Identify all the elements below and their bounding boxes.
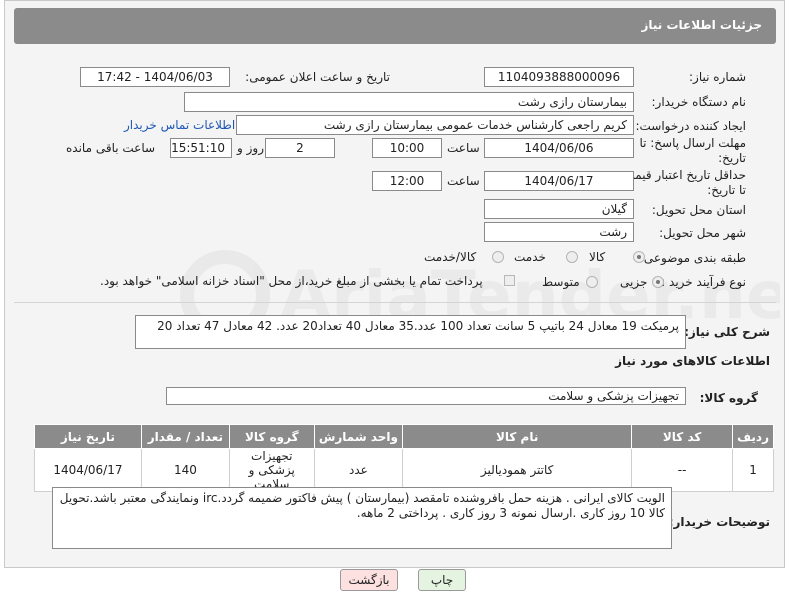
col-row: ردیف (732, 424, 774, 449)
category-option-service: خدمت (514, 250, 546, 264)
col-qty: تعداد / مقدار (140, 424, 230, 449)
summary-label: شرح کلی نیاز: (684, 325, 770, 339)
reply-time-label: ساعت (447, 141, 480, 155)
cell-row: 1 (732, 448, 774, 492)
remaining-time-field: 15:51:10 (170, 138, 232, 158)
section-divider (14, 302, 776, 303)
process-radio-minor[interactable] (652, 276, 664, 288)
price-validity-label-2: تا تاریخ: (707, 183, 746, 197)
category-radio-goods[interactable] (633, 251, 645, 263)
buyer-notes-label: توضیحات خریدار: (668, 515, 770, 529)
buyer-notes-textarea[interactable]: الویت کالای ایرانی . هزینه حمل بافروشنده… (52, 487, 672, 549)
summary-textarea[interactable]: پرمیکت 19 معادل 24 باتیپ 5 سانت تعداد 10… (135, 315, 686, 349)
creator-label: ایجاد کننده درخواست: (635, 119, 746, 133)
province-field: گیلان (484, 199, 634, 219)
cell-name: کاتتر همودیالیز (402, 448, 633, 492)
col-code: کد کالا (631, 424, 734, 449)
category-option-goods: کالا (589, 250, 606, 264)
reply-date-field: 1404/06/06 (484, 138, 634, 158)
back-button[interactable]: بازگشت (340, 569, 398, 591)
buyer-contact-link[interactable]: اطلاعات تماس خریدار (124, 118, 235, 132)
announce-label: تاریخ و ساعت اعلان عمومی: (245, 70, 390, 84)
print-button[interactable]: چاپ (418, 569, 466, 591)
buyer-org-label: نام دستگاه خریدار: (651, 95, 747, 109)
goods-table-header: ردیف کد کالا نام کالا واحد شمارش گروه کا… (34, 424, 774, 449)
cell-date: 1404/06/17 (34, 448, 142, 492)
table-row: 1 -- کاتتر همودیالیز عدد تجهیزات پزشکی و… (34, 448, 774, 492)
category-radio-service[interactable] (566, 251, 578, 263)
goods-group-label: گروه کالا: (699, 391, 758, 405)
price-validity-label: حداقل تاریخ اعتبار قیمت: (619, 168, 746, 182)
creator-field: کریم راجعی کارشناس خدمات عمومی بیمارستان… (236, 115, 634, 135)
need-number-label: شماره نیاز: (689, 70, 746, 84)
reply-time-field: 10:00 (372, 138, 442, 158)
cell-group: تجهیزات پزشکی و سلامت (228, 448, 315, 492)
remaining-time-label: ساعت باقی مانده (66, 141, 156, 155)
days-label: روز و (237, 141, 264, 155)
page-title: جزئیات اطلاعات نیاز (641, 18, 762, 32)
category-option-goods-service: کالا/خدمت (424, 250, 477, 264)
reply-deadline-label-2: تاریخ: (718, 151, 746, 165)
announce-datetime-field: 1404/06/03 - 17:42 (80, 67, 230, 87)
process-radio-medium[interactable] (586, 276, 598, 288)
cell-qty: 140 (140, 448, 230, 492)
price-validity-date-field: 1404/06/17 (484, 171, 634, 191)
process-option-minor: جزیی (620, 275, 648, 289)
category-label: طبقه بندی موضوعی: (639, 251, 746, 265)
goods-section-title: اطلاعات کالاهای مورد نیاز (615, 354, 770, 368)
buyer-org-field: بیمارستان رازی رشت (184, 92, 634, 112)
goods-group-field: تجهیزات پزشکی و سلامت (166, 387, 686, 405)
reply-deadline-label: مهلت ارسال پاسخ: تا (639, 136, 746, 150)
days-remaining-field: 2 (265, 138, 335, 158)
price-validity-time-field: 12:00 (372, 171, 442, 191)
col-group: گروه کالا (228, 424, 315, 449)
goods-table: ردیف کد کالا نام کالا واحد شمارش گروه کا… (34, 424, 774, 492)
province-label: استان محل تحویل: (651, 203, 746, 217)
category-radio-goods-service[interactable] (492, 251, 504, 263)
price-validity-time-label: ساعت (447, 174, 480, 188)
need-number-field: 1104093888000096 (484, 67, 634, 87)
treasury-payment-note: پرداخت تمام یا بخشی از مبلغ خرید،از محل … (100, 274, 483, 288)
city-label: شهر محل تحویل: (659, 226, 746, 240)
col-unit: واحد شمارش (313, 424, 404, 449)
process-type-label: نوع فرآیند خرید : (661, 275, 746, 289)
cell-code: -- (631, 448, 734, 492)
page-header: جزئیات اطلاعات نیاز (14, 8, 776, 44)
col-name: نام کالا (402, 424, 633, 449)
treasury-payment-checkbox[interactable] (504, 275, 515, 286)
col-date: تاریخ نیاز (34, 424, 142, 449)
cell-unit: عدد (313, 448, 404, 492)
city-field: رشت (484, 222, 634, 242)
process-option-medium: متوسط (542, 275, 580, 289)
